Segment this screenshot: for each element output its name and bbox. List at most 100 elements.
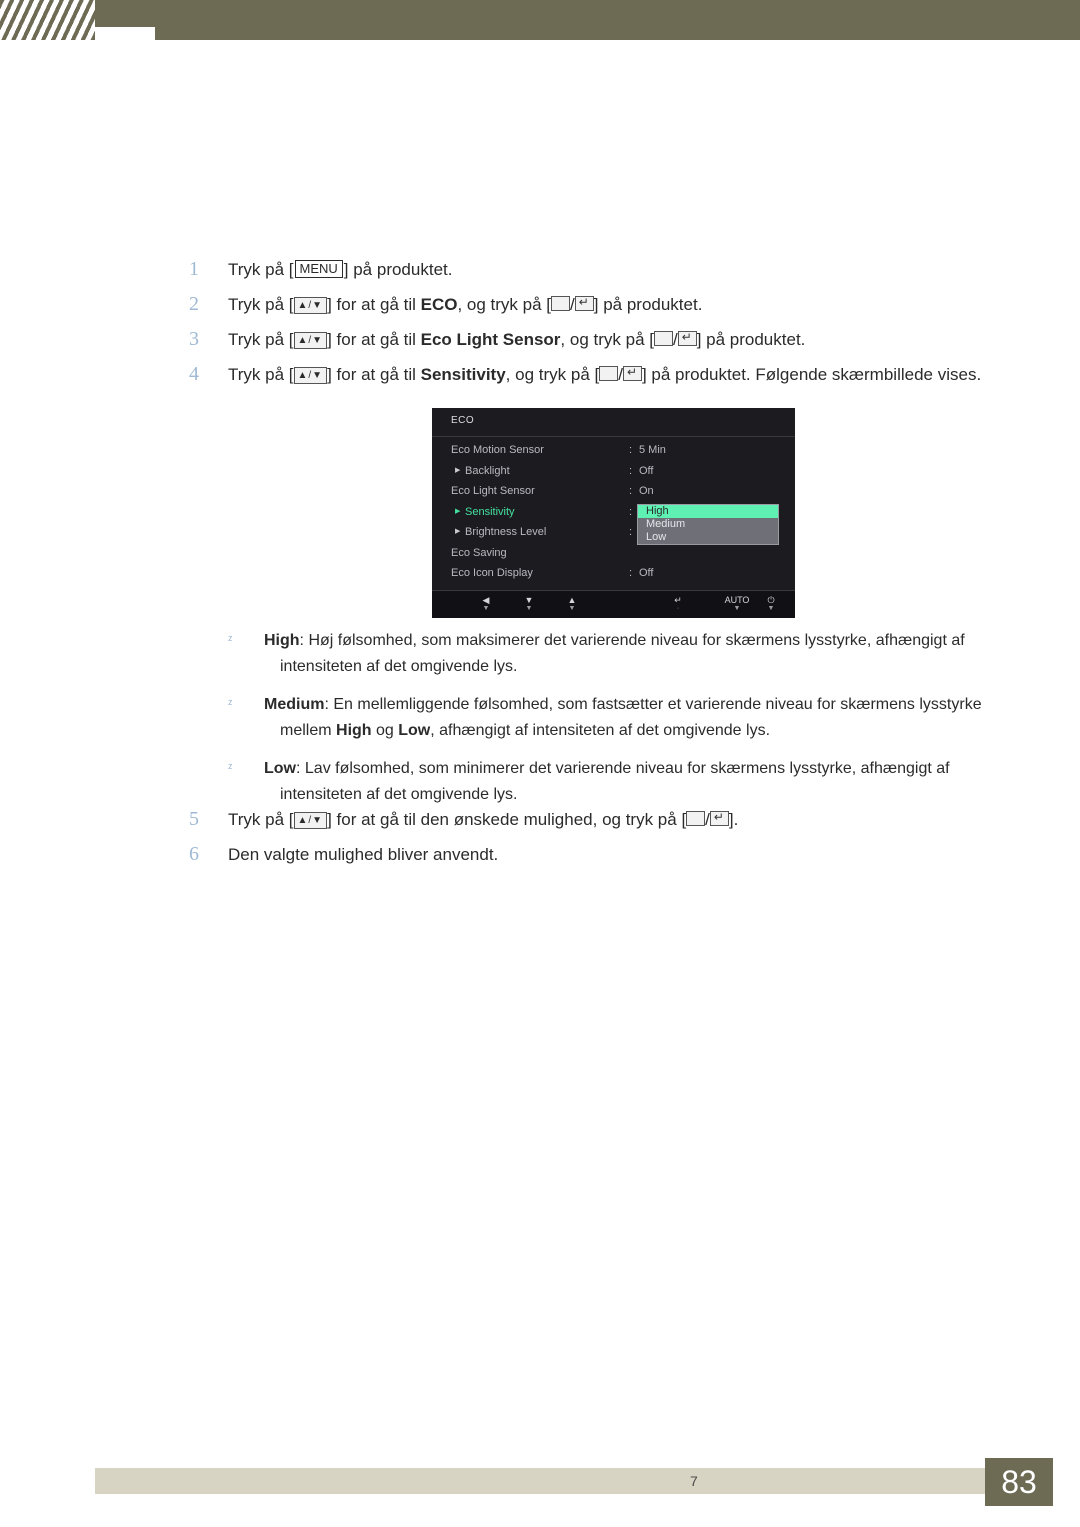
option-name-high: High (264, 632, 300, 649)
bullet-text: Low: Lav følsomhed, som minimerer det va… (264, 759, 950, 803)
osd-row[interactable]: Eco Motion Sensor : 5 Min (432, 440, 795, 461)
step-text: Den valgte mulighed bliver anvendt. (228, 845, 499, 864)
option-medium[interactable]: Medium (638, 518, 778, 531)
osd-button-sub: · (676, 605, 680, 612)
osd-button-up[interactable]: ▲ ▼ (558, 595, 586, 613)
step-4: 4 Tryk på [▲/▼] for at gå til Sensitivit… (0, 363, 1080, 397)
step-number: 4 (189, 363, 199, 385)
osd-row[interactable]: Backlight : Off (432, 461, 795, 482)
step-number: 5 (189, 808, 199, 830)
osd-row[interactable]: Eco Saving (432, 543, 795, 564)
power-icon: ⏻ (767, 595, 775, 605)
step-number: 1 (189, 258, 199, 280)
step-text: Tryk på [▲/▼] for at gå til Sensitivity,… (228, 363, 981, 388)
option-name-high-ref: High (336, 721, 372, 739)
down-arrow-icon: ▼ (524, 595, 534, 605)
osd-item-label: Eco Motion Sensor (451, 444, 544, 456)
osd-item-value: Off (639, 567, 654, 579)
osd-colon: : (629, 526, 633, 538)
header-stripe-decoration (0, 0, 95, 40)
osd-item-value: On (639, 485, 654, 497)
step-text: Tryk på [▲/▼] for at gå til den ønskede … (228, 808, 738, 833)
bullet-marker: z (228, 633, 233, 643)
menu-name-eco-light-sensor: Eco Light Sensor (420, 330, 561, 349)
up-down-key: ▲/▼ (293, 812, 328, 829)
osd-button-sub: ▼ (733, 605, 741, 612)
osd-row[interactable]: Eco Light Sensor : On (432, 481, 795, 502)
bullet-high: z High: Høj følsomhed, som maksimerer de… (0, 628, 1080, 680)
osd-item-label: Eco Saving (451, 546, 507, 559)
return-key-icon (709, 809, 729, 826)
sensitivity-option-popup[interactable]: High Medium Low (637, 504, 779, 545)
instruction-steps: 1 Tryk på [MENU] på produktet. 2 Tryk på… (0, 258, 1080, 398)
osd-button-power[interactable]: ⏻ ▼ (757, 595, 785, 613)
enter-key-icon (686, 811, 706, 826)
option-name-medium: Medium (264, 695, 325, 713)
step-3: 3 Tryk på [▲/▼] for at gå til Eco Light … (0, 328, 1080, 362)
osd-item-value: 5 Min (639, 444, 666, 456)
bullet-text: High: Høj følsomhed, som maksimerer det … (264, 632, 965, 675)
enter-key-icon (653, 331, 673, 346)
osd-colon: : (629, 444, 633, 456)
osd-item-label: Brightness Level (455, 522, 546, 543)
up-down-key: ▲/▼ (293, 332, 328, 349)
osd-button-sub: ▼ (482, 605, 490, 612)
step-6: 6 Den valgte mulighed bliver anvendt. (0, 843, 1080, 877)
osd-title-divider (432, 436, 795, 437)
step-text: Tryk på [▲/▼] for at gå til Eco Light Se… (228, 328, 805, 353)
step-1: 1 Tryk på [MENU] på produktet. (0, 258, 1080, 292)
osd-button-enter[interactable]: ↵ · (664, 595, 692, 613)
osd-button-auto[interactable]: AUTO ▼ (717, 595, 757, 613)
osd-button-bar: ◀ ▼ ▼ ▼ ▲ ▼ ↵ · AUTO ▼ ⏻ ▼ (432, 590, 795, 618)
osd-item-label: Backlight (455, 461, 510, 482)
return-icon: ↵ (674, 595, 682, 605)
osd-row[interactable]: Eco Icon Display : Off (432, 563, 795, 584)
osd-colon: : (629, 464, 633, 477)
up-arrow-icon: ▲ (567, 595, 577, 605)
up-down-key: ▲/▼ (293, 297, 328, 314)
osd-item-label: Sensitivity (455, 502, 515, 523)
osd-button-sub: ▼ (767, 605, 775, 612)
step-2: 2 Tryk på [▲/▼] for at gå til ECO, og tr… (0, 293, 1080, 327)
option-descriptions: z High: Høj følsomhed, som maksimerer de… (0, 628, 1080, 819)
footer-band (95, 1468, 985, 1494)
bullet-text: Medium: En mellemliggende følsomhed, som… (264, 695, 982, 739)
menu-name-sensitivity: Sensitivity (420, 365, 506, 384)
up-down-key: ▲/▼ (293, 367, 328, 384)
page-header-bar (0, 0, 1080, 40)
osd-item-label: Eco Icon Display (451, 567, 533, 579)
step-number: 2 (189, 293, 199, 315)
page-number: 83 (985, 1458, 1053, 1506)
enter-key-icon (551, 296, 571, 311)
option-name-low-ref: Low (398, 721, 431, 739)
osd-colon: : (629, 505, 633, 518)
osd-button-sub: ▼ (568, 605, 576, 612)
left-arrow-icon: ◀ (482, 595, 490, 605)
osd-button-left[interactable]: ◀ ▼ (472, 595, 500, 613)
bullet-medium: z Medium: En mellemliggende følsomhed, s… (0, 692, 1080, 744)
option-high[interactable]: High (638, 505, 778, 518)
menu-name-eco: ECO (420, 295, 458, 314)
step-number: 3 (189, 328, 199, 350)
osd-item-value: Off (639, 464, 654, 477)
option-low[interactable]: Low (638, 531, 778, 544)
bullet-low: z Low: Lav følsomhed, som minimerer det … (0, 756, 1080, 808)
auto-label: AUTO (724, 595, 750, 605)
header-tab-block (95, 0, 155, 27)
step-5: 5 Tryk på [▲/▼] for at gå til den ønsked… (0, 808, 1080, 842)
osd-colon: : (629, 485, 633, 497)
osd-button-sub: ▼ (525, 605, 533, 612)
osd-title: ECO (451, 415, 475, 426)
osd-screenshot: ECO Eco Motion Sensor : 5 Min Backlight … (432, 408, 795, 618)
osd-button-down[interactable]: ▼ ▼ (515, 595, 543, 613)
step-number: 6 (189, 843, 199, 865)
osd-colon: : (629, 567, 633, 579)
step-text: Tryk på [▲/▼] for at gå til ECO, og tryk… (228, 293, 702, 318)
return-key-icon (677, 329, 697, 346)
bullet-marker: z (228, 760, 233, 771)
menu-key: MENU (294, 260, 343, 278)
instruction-steps-tail: 5 Tryk på [▲/▼] for at gå til den ønsked… (0, 808, 1080, 878)
header-band (155, 0, 1080, 40)
step-text: Tryk på [MENU] på produktet. (228, 260, 453, 279)
return-key-icon (574, 294, 594, 311)
